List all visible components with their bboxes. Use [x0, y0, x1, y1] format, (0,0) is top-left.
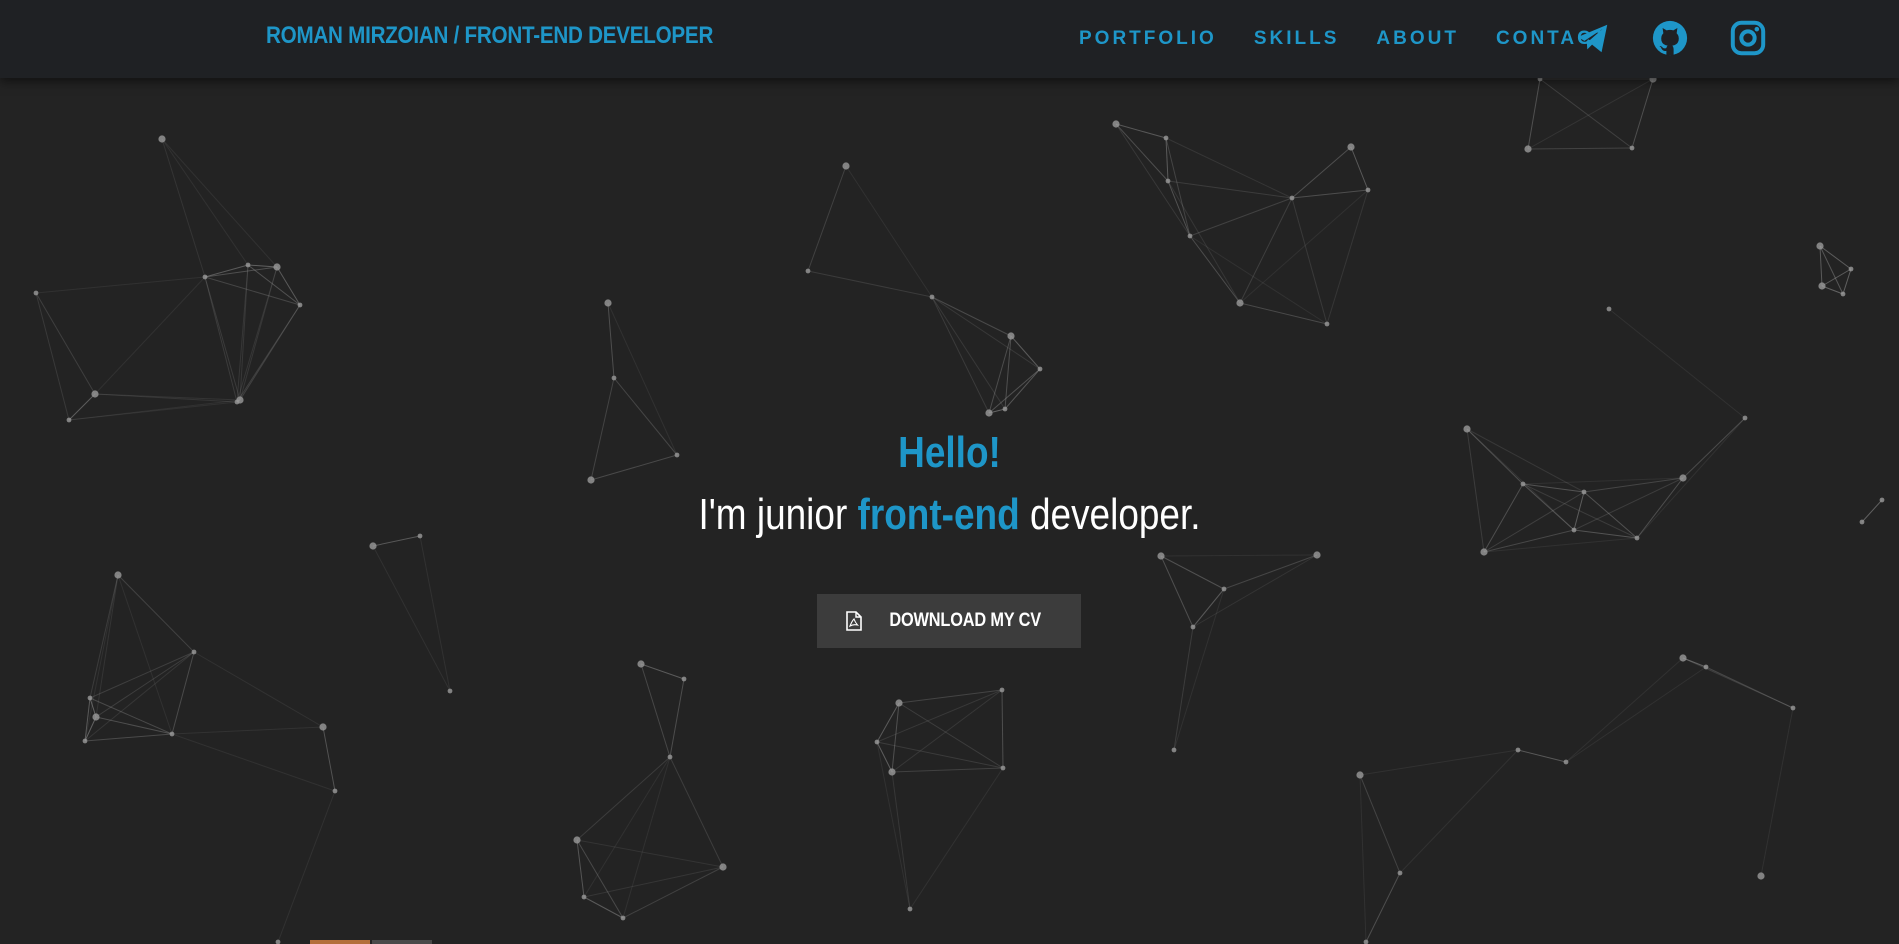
bottom-strip-gray — [372, 940, 432, 944]
nav-link-skills[interactable]: SKILLS — [1254, 28, 1340, 50]
hero-headline-start: I'm junior — [698, 490, 858, 539]
page: ROMAN MIRZOIAN / FRONT-END DEVELOPER POR… — [0, 0, 1899, 944]
hero-greeting: Hello! — [898, 428, 1001, 477]
navbar: ROMAN MIRZOIAN / FRONT-END DEVELOPER POR… — [0, 0, 1899, 78]
hero-headline-end: developer. — [1019, 490, 1201, 539]
nav-link-about[interactable]: ABOUT — [1376, 28, 1459, 50]
file-pdf-icon — [846, 611, 862, 631]
brand-link[interactable]: ROMAN MIRZOIAN / FRONT-END DEVELOPER — [266, 22, 713, 50]
github-icon[interactable] — [1651, 19, 1689, 57]
hero-section: Hello! I'm junior front-end developer. D… — [0, 0, 1899, 944]
hero-headline-accent: front-end — [857, 490, 1020, 539]
bottom-strip-orange — [310, 940, 370, 944]
nav-link-portfolio[interactable]: PORTFOLIO — [1079, 28, 1217, 50]
download-cv-button[interactable]: DOWNLOAD MY CV — [817, 594, 1081, 648]
instagram-icon[interactable] — [1729, 19, 1767, 57]
telegram-icon[interactable] — [1574, 19, 1612, 57]
download-cv-label: DOWNLOAD MY CV — [889, 610, 1041, 631]
hero-headline: I'm junior front-end developer. — [152, 490, 1747, 540]
nav-links: PORTFOLIO SKILLS ABOUT CONTACT — [1079, 28, 1645, 50]
